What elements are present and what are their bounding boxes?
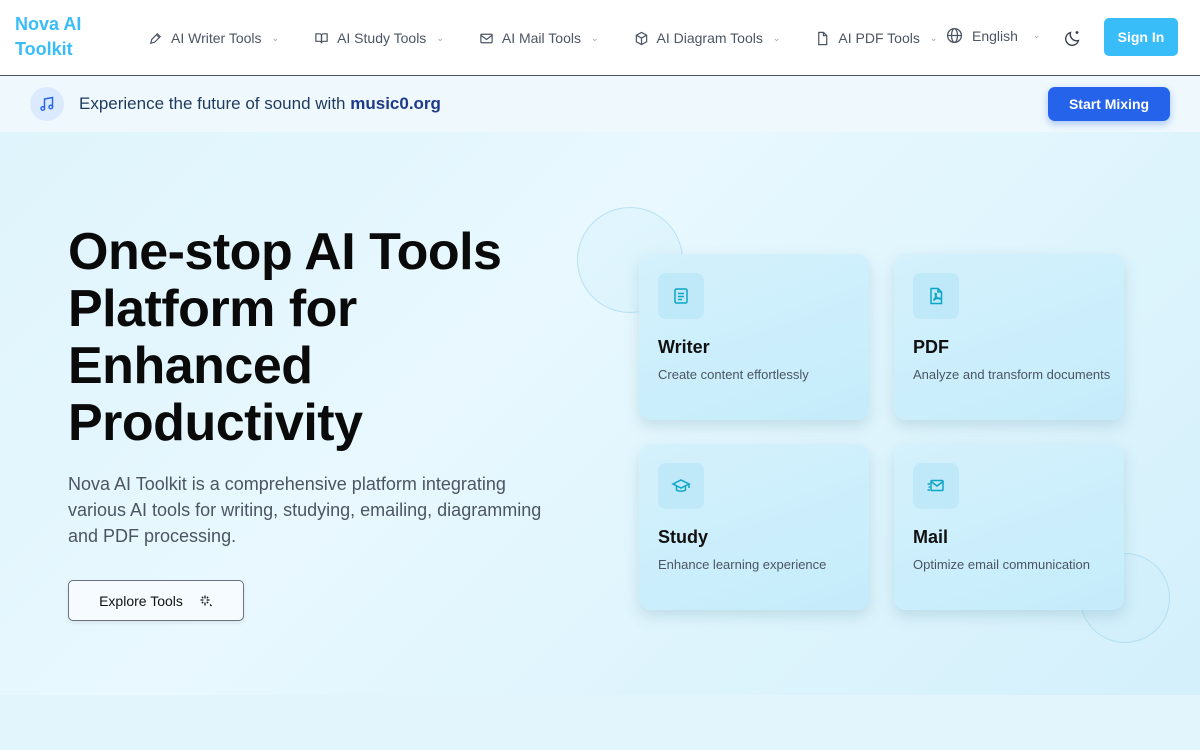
hero-footer-band xyxy=(0,695,1200,750)
chevron-down-icon: ⌄ xyxy=(772,32,781,43)
chevron-down-icon: ⌄ xyxy=(590,32,599,43)
logo[interactable]: Nova AI Toolkit xyxy=(15,12,115,62)
card-description: Optimize email communication xyxy=(913,557,1091,572)
nav-label: AI Mail Tools xyxy=(501,30,581,46)
chevron-down-icon: ⌄ xyxy=(436,32,444,43)
banner-brand-link[interactable]: music0.org xyxy=(350,94,441,113)
pen-icon xyxy=(149,32,162,44)
cube-icon xyxy=(635,31,647,45)
globe-icon xyxy=(946,27,963,44)
mail-icon xyxy=(480,33,493,43)
sparkle-icon xyxy=(200,595,212,606)
card-title: Writer xyxy=(658,337,710,357)
book-icon xyxy=(315,32,328,43)
card-title: Study xyxy=(658,527,709,547)
hero-title: One-stop AI Tools Platform for Enhanced … xyxy=(68,223,502,452)
top-nav-bar: Nova AI Toolkit AI Writer Tools ⌄ AI Stu… xyxy=(0,0,1200,76)
sign-in-button[interactable]: Sign In xyxy=(1104,18,1178,56)
chevron-down-icon: ⌄ xyxy=(271,32,280,43)
pdf-icon xyxy=(913,273,959,319)
card-title: Mail xyxy=(913,527,949,547)
tool-card-writer[interactable]: Writer Create content effortlessly xyxy=(639,254,869,420)
send-mail-icon xyxy=(913,463,959,509)
language-selector[interactable]: English ⌄ xyxy=(946,27,1040,44)
start-mixing-button[interactable]: Start Mixing xyxy=(1048,87,1170,121)
card-title: PDF xyxy=(913,337,949,357)
nav-label: AI Writer Tools xyxy=(171,30,262,46)
hero-description: Nova AI Toolkit is a comprehensive platf… xyxy=(68,474,542,546)
explore-tools-label: Explore Tools xyxy=(99,592,183,609)
nav-ai-writer-tools[interactable]: AI Writer Tools ⌄ xyxy=(148,30,279,46)
card-description: Create content effortlessly xyxy=(658,367,809,382)
card-description: Analyze and transform documents xyxy=(913,367,1111,382)
card-description: Enhance learning experience xyxy=(658,557,827,572)
main-nav: AI Writer Tools ⌄ AI Study Tools ⌄ AI Ma… xyxy=(148,0,972,76)
promo-banner: Experience the future of sound with musi… xyxy=(0,76,1200,132)
banner-text: Experience the future of sound with musi… xyxy=(79,94,441,114)
nav-label: AI Diagram Tools xyxy=(656,30,763,46)
tool-card-mail[interactable]: Mail Optimize email communication xyxy=(894,444,1124,610)
theme-toggle-button[interactable] xyxy=(1062,27,1084,49)
music-note-icon xyxy=(30,87,64,121)
file-icon xyxy=(818,31,828,45)
banner-text-prefix: Experience the future of sound with xyxy=(79,94,346,113)
nav-ai-diagram-tools[interactable]: AI Diagram Tools ⌄ xyxy=(634,30,781,46)
tool-card-study[interactable]: Study Enhance learning experience xyxy=(639,444,869,610)
tool-card-pdf[interactable]: PDF Analyze and transform documents xyxy=(894,254,1124,420)
explore-tools-button[interactable]: Explore Tools xyxy=(68,580,244,621)
nav-ai-pdf-tools[interactable]: AI PDF Tools ⌄ xyxy=(815,30,937,46)
document-icon xyxy=(658,273,704,319)
nav-ai-mail-tools[interactable]: AI Mail Tools ⌄ xyxy=(479,30,599,46)
moon-icon xyxy=(1065,31,1080,46)
nav-label: AI Study Tools xyxy=(337,30,427,46)
chevron-down-icon: ⌄ xyxy=(929,32,938,43)
nav-ai-study-tools[interactable]: AI Study Tools ⌄ xyxy=(314,30,444,46)
chevron-down-icon: ⌄ xyxy=(1032,30,1041,40)
graduation-cap-icon xyxy=(658,463,704,509)
language-label: English xyxy=(972,27,1018,44)
nav-label: AI PDF Tools xyxy=(838,30,920,46)
